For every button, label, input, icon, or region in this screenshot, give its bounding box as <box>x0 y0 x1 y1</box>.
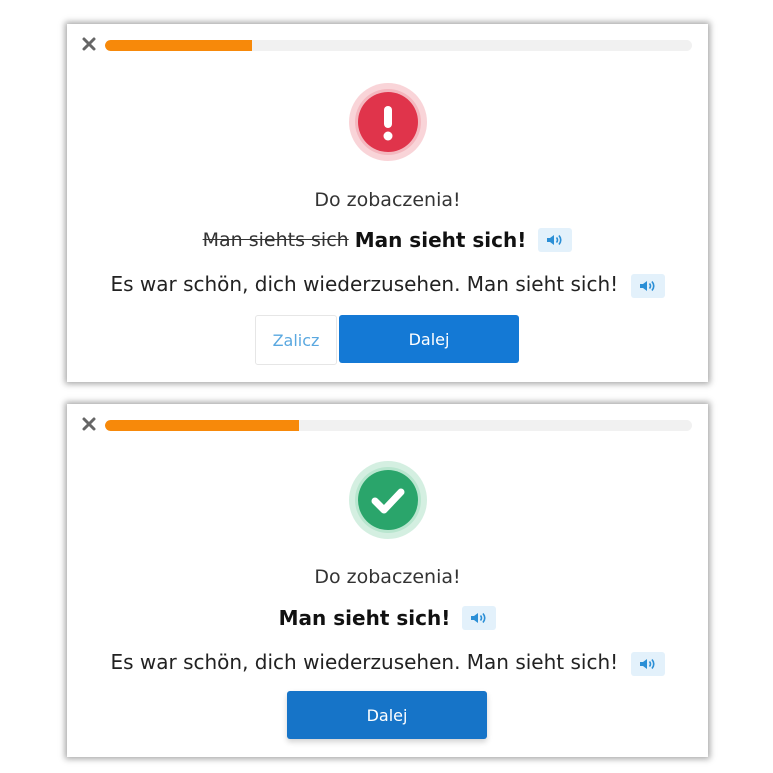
progress-bar <box>105 420 692 431</box>
prompt-text: Do zobaczenia! <box>314 566 461 588</box>
example-sentence: Es war schön, dich wiederzusehen. Man si… <box>110 272 619 296</box>
speaker-icon <box>639 658 655 669</box>
accept-button[interactable]: Zalicz <box>255 315 337 365</box>
checkmark-icon <box>371 488 404 514</box>
user-answer-wrong: Man siehts sich <box>202 229 349 251</box>
sentence-row: Es war schön, dich wiederzusehen. Man si… <box>67 650 708 676</box>
correct-answer: Man sieht sich! <box>354 228 527 252</box>
success-badge <box>348 461 427 539</box>
speaker-icon <box>639 280 655 291</box>
next-button[interactable]: Dalej <box>339 315 519 363</box>
progress-fill <box>105 420 299 431</box>
close-icon[interactable] <box>81 36 97 52</box>
example-sentence: Es war schön, dich wiederzusehen. Man si… <box>110 650 619 674</box>
play-sentence-audio-button[interactable] <box>630 651 665 676</box>
play-audio-button[interactable] <box>462 606 497 630</box>
correct-answer: Man sieht sich! <box>278 606 451 630</box>
error-badge <box>348 83 427 161</box>
next-button[interactable]: Dalej <box>287 691 487 739</box>
play-sentence-audio-button[interactable] <box>630 273 665 298</box>
close-icon[interactable] <box>81 416 97 432</box>
exclamation-icon <box>383 106 392 141</box>
answer-row: Man siehts sich Man sieht sich! <box>67 228 708 252</box>
speaker-icon <box>547 235 562 245</box>
sentence-row: Es war schön, dich wiederzusehen. Man si… <box>67 272 708 298</box>
feedback-card-incorrect: Do zobaczenia! Man siehts sich Man sieht… <box>67 24 708 382</box>
play-audio-button[interactable] <box>538 228 573 252</box>
answer-row: Man sieht sich! <box>67 606 708 630</box>
speaker-icon <box>471 613 486 623</box>
progress-bar <box>105 40 692 51</box>
feedback-card-correct: Do zobaczenia! Man sieht sich! Es war sc… <box>67 404 708 757</box>
prompt-text: Do zobaczenia! <box>314 189 461 211</box>
progress-fill <box>105 40 252 51</box>
